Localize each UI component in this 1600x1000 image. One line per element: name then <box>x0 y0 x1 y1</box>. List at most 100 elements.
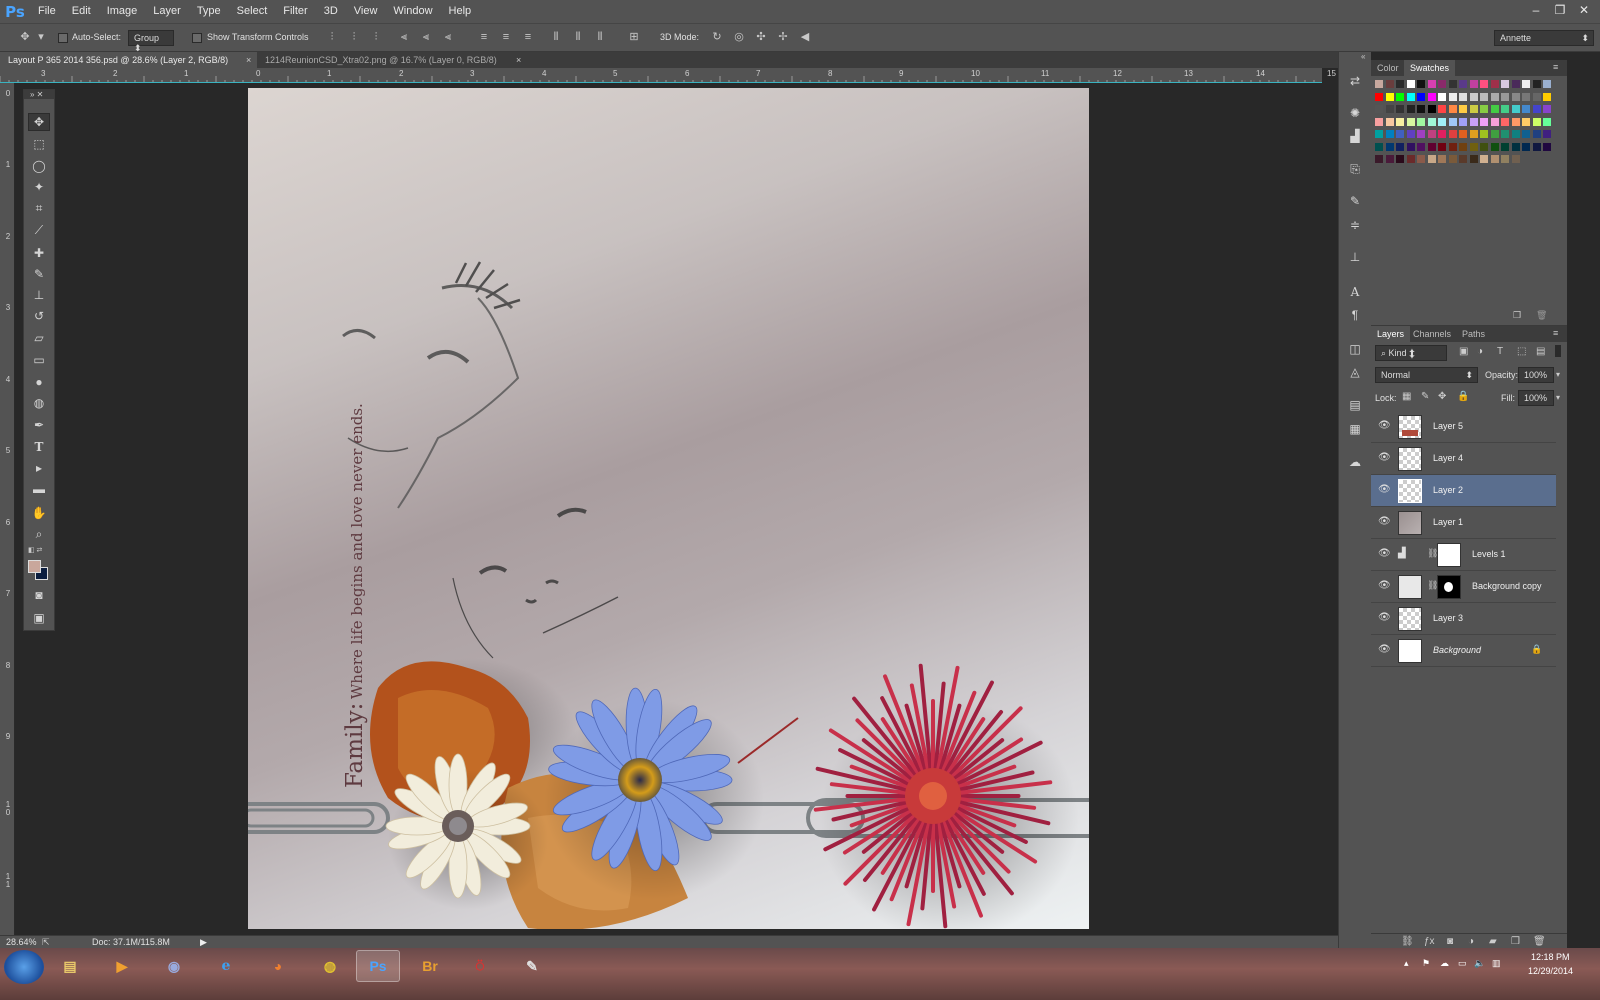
color-swatch[interactable] <box>1438 142 1446 151</box>
photoshop-app-icon[interactable]: Ps <box>356 950 400 982</box>
layer-filter-kind-dropdown[interactable]: ⌕ Kind ⬍ <box>1375 345 1447 361</box>
filter-pixel-icon[interactable]: ▣ <box>1459 346 1468 357</box>
volume-icon[interactable]: 🔈 <box>1474 958 1485 969</box>
swatch-grid[interactable] <box>1375 80 1555 170</box>
color-swatch[interactable] <box>1543 105 1551 113</box>
color-swatch[interactable] <box>1417 92 1425 101</box>
color-swatch[interactable] <box>1532 105 1541 113</box>
color-swatch[interactable] <box>1427 105 1436 113</box>
healing-brush-tool-icon[interactable]: ✚ <box>28 244 50 262</box>
color-swatch[interactable] <box>1490 155 1499 163</box>
color-swatch[interactable] <box>1459 142 1467 151</box>
toolbar-header[interactable]: » ✕ <box>24 90 54 99</box>
distribute-top-icon[interactable]: ≡ <box>477 30 491 44</box>
foreground-color-swatch[interactable] <box>28 560 41 573</box>
color-swatch[interactable] <box>1438 80 1446 88</box>
align-bottom-icon[interactable]: ⫶ <box>369 30 383 44</box>
layer-row-levels-1[interactable]: 👁 ▟ ⛓ Levels 1 <box>1371 539 1556 571</box>
visibility-eye-icon[interactable]: 👁 <box>1378 612 1391 624</box>
filter-toggle[interactable] <box>1555 345 1561 357</box>
color-swatch[interactable] <box>1438 155 1446 163</box>
color-swatch[interactable] <box>1375 105 1383 113</box>
chrome-app-icon[interactable]: ◍ <box>308 950 352 982</box>
color-swatch[interactable] <box>1469 155 1478 163</box>
lasso-tool-icon[interactable]: ◯ <box>28 157 50 175</box>
link-layers-icon[interactable]: ⛓ <box>1401 936 1414 947</box>
color-swatch[interactable] <box>1448 142 1457 151</box>
color-swatch[interactable] <box>1469 92 1478 101</box>
color-swatch[interactable] <box>1490 130 1499 138</box>
color-swatch[interactable] <box>1501 80 1509 88</box>
color-swatch[interactable] <box>1448 80 1457 88</box>
distribute-bottom-icon[interactable]: ≡ <box>521 30 535 44</box>
visibility-eye-icon[interactable]: 👁 <box>1378 484 1391 496</box>
menu-image[interactable]: Image <box>99 0 146 23</box>
color-swatch[interactable] <box>1417 105 1425 113</box>
color-swatch[interactable] <box>1427 155 1436 163</box>
close-icon[interactable]: × <box>246 52 251 68</box>
color-swatch[interactable] <box>1532 92 1541 101</box>
clock-time[interactable]: 12:18 PM <box>1531 952 1570 962</box>
layer-row-layer-4[interactable]: 👁 Layer 4 <box>1371 443 1556 475</box>
color-swatch[interactable] <box>1532 142 1541 151</box>
color-swatch[interactable] <box>1396 142 1404 151</box>
menu-3d[interactable]: 3D <box>316 0 346 23</box>
layer-row-layer-1[interactable]: 👁 Layer 1 <box>1371 507 1556 539</box>
history-brush-tool-icon[interactable]: ↺ <box>28 307 50 325</box>
color-swatch[interactable] <box>1532 117 1541 126</box>
swap-colors-icon[interactable]: ◧ ⇄ <box>28 546 52 554</box>
color-swatch[interactable] <box>1543 92 1551 101</box>
color-swatch[interactable] <box>1501 92 1509 101</box>
color-swatch[interactable] <box>1490 92 1499 101</box>
layer-row-layer-5[interactable]: 👁 Layer 5 <box>1371 411 1556 443</box>
lock-pixels-icon[interactable]: ✎ <box>1421 391 1429 402</box>
horizontal-ruler[interactable]: 3 2 1 0 1 2 3 4 5 6 7 8 9 10 11 12 13 14… <box>0 68 1336 83</box>
color-swatch[interactable] <box>1375 117 1383 126</box>
distribute-left-icon[interactable]: ⦀ <box>549 30 563 44</box>
layer-row-background-copy[interactable]: 👁 ⛓ Background copy <box>1371 571 1556 603</box>
visibility-eye-icon[interactable]: 👁 <box>1378 452 1391 464</box>
color-swatch[interactable] <box>1396 105 1404 113</box>
color-swatch[interactable] <box>1511 142 1520 151</box>
menu-view[interactable]: View <box>346 0 386 23</box>
trash-icon[interactable]: 🗑 <box>1536 310 1547 321</box>
color-swatch[interactable] <box>1385 92 1394 101</box>
rectangle-tool-icon[interactable]: ▬ <box>28 480 50 498</box>
marquee-tool-icon[interactable]: ⬚ <box>28 135 50 153</box>
color-swatch[interactable] <box>1501 105 1509 113</box>
new-layer-icon[interactable]: ❒ <box>1511 936 1520 947</box>
color-swatch[interactable] <box>1522 142 1530 151</box>
lock-position-icon[interactable]: ✥ <box>1438 391 1446 402</box>
network-icon[interactable]: ▥ <box>1492 958 1501 969</box>
color-swatch[interactable] <box>1448 105 1457 113</box>
cloud-icon[interactable]: ☁ <box>1440 958 1449 969</box>
color-swatch[interactable] <box>1448 92 1457 101</box>
color-swatch[interactable] <box>1385 105 1394 113</box>
actions-panel-icon[interactable]: ⎘ <box>1346 160 1364 178</box>
network-app-icon[interactable]: ◉ <box>152 950 196 982</box>
color-swatch[interactable] <box>1396 80 1404 88</box>
color-swatch[interactable] <box>1406 130 1415 138</box>
color-swatch[interactable] <box>1501 117 1509 126</box>
document-canvas[interactable]: Family: Where life begins and love never… <box>248 88 1089 929</box>
tab-color[interactable]: Color <box>1371 60 1405 76</box>
layer-style-icon[interactable]: ƒx <box>1424 936 1435 947</box>
color-swatch[interactable] <box>1385 130 1394 138</box>
notes-panel-icon[interactable]: ▦ <box>1346 420 1364 438</box>
color-swatch[interactable] <box>1469 142 1478 151</box>
color-swatch[interactable] <box>1406 155 1415 163</box>
color-swatch[interactable] <box>1532 80 1541 88</box>
color-swatch[interactable] <box>1427 80 1436 88</box>
menu-file[interactable]: File <box>30 0 64 23</box>
restore-button[interactable]: ❐ <box>1548 0 1572 22</box>
quick-mask-icon[interactable]: ◙ <box>28 586 50 604</box>
color-swatch[interactable] <box>1490 105 1499 113</box>
new-adjustment-icon[interactable]: ◑ <box>1468 936 1474 947</box>
color-swatch[interactable] <box>1417 155 1425 163</box>
navigator-panel-icon[interactable]: ✺ <box>1346 104 1364 122</box>
color-swatch[interactable] <box>1511 92 1520 101</box>
show-transform-checkbox[interactable] <box>192 33 202 43</box>
color-swatch[interactable] <box>1417 80 1425 88</box>
color-swatch[interactable] <box>1511 155 1520 163</box>
new-swatch-icon[interactable]: ❒ <box>1513 310 1521 321</box>
